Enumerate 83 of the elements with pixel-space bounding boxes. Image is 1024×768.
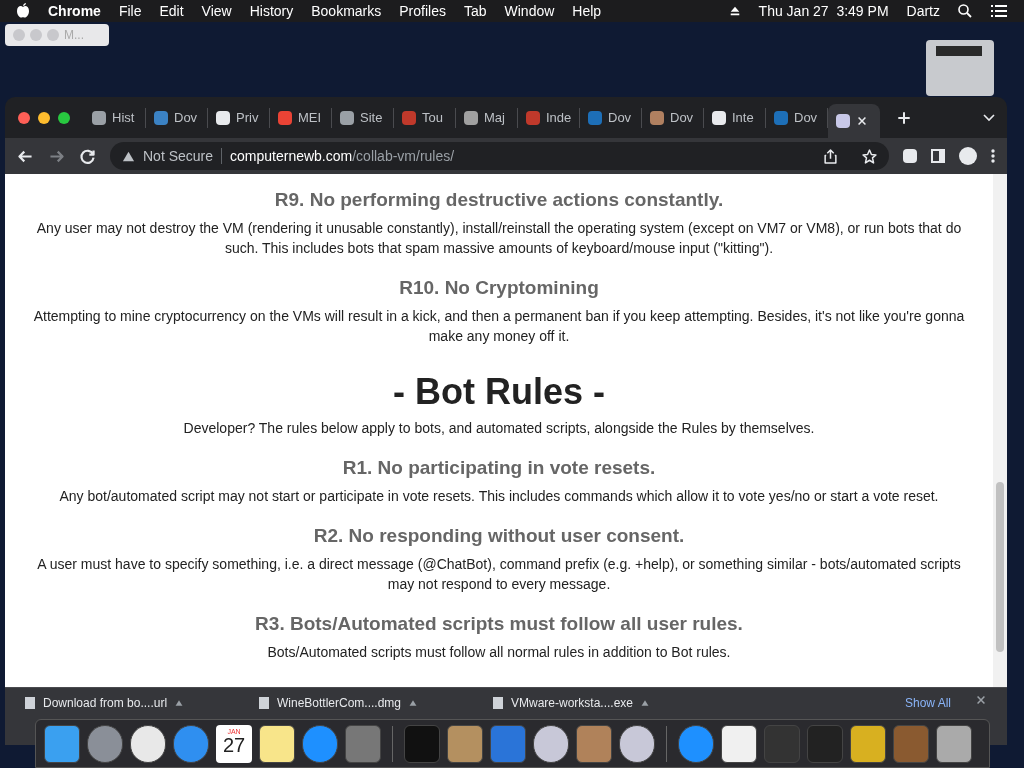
new-tab-icon[interactable] (896, 109, 912, 126)
browser-tab[interactable]: Hist (84, 107, 146, 128)
close-icon[interactable] (975, 694, 987, 706)
browser-tab[interactable]: Dov (146, 107, 208, 128)
profile-icon[interactable] (959, 147, 977, 165)
apple-icon[interactable] (16, 3, 30, 19)
browser-tab[interactable]: Tou (394, 107, 456, 128)
caret-icon[interactable] (641, 699, 650, 707)
browser-tab[interactable]: Maj (456, 107, 518, 128)
warning-icon[interactable] (122, 149, 135, 163)
user-name[interactable]: Dartz (906, 0, 940, 22)
favicon-icon (588, 110, 602, 125)
favicon-icon (216, 110, 230, 125)
file-icon (493, 697, 503, 709)
rule-text: Bots/Automated scripts must follow all normal rules in addition to Bot rules. (267, 643, 731, 662)
rule-text: Attempting to mine cryptocurrency on the VMs will result in a kick, and then a permanent ban if you keep attempting. Besides, it's not like you're gonna make any money off it. (32, 307, 966, 346)
close-tab-icon[interactable] (856, 115, 868, 127)
menu-item[interactable]: View (201, 0, 232, 22)
sidebar-icon[interactable] (931, 149, 945, 163)
file-icon (25, 697, 35, 709)
browser-tab[interactable]: MEI (270, 107, 332, 128)
menu-item[interactable]: Window (504, 0, 555, 22)
close-window-button[interactable] (18, 111, 30, 124)
clock[interactable]: Thu Jan 27 3:49 PM (758, 0, 889, 22)
caret-icon[interactable] (409, 699, 418, 707)
url-text[interactable]: computernewb.com/collab-vm/rules/ (230, 145, 455, 167)
zoom-window-button[interactable] (58, 111, 70, 124)
favicon-icon (278, 110, 292, 125)
section-text: Developer? The rules below apply to bots, and automated scripts, alongside the Rules by themselves. (183, 419, 815, 438)
ghost-window-title: M... (64, 27, 84, 44)
caret-icon[interactable] (175, 699, 184, 707)
favicon-icon (154, 110, 168, 125)
browser-tab[interactable] (828, 104, 880, 138)
chevron-down-icon[interactable] (983, 113, 995, 122)
browser-tab[interactable]: Inte (704, 107, 766, 128)
download-item[interactable]: WineBottlerCom....dmg (259, 694, 469, 712)
rule-text: Any user may not destroy the VM (rendering it unusable constantly), install/reinstall the operating system (except on VM7 or VM8), or run bots that do such. This includes bots that spam massive amounts of keyboard/mouse input ("kitting"). (35, 219, 963, 258)
rule-text: Any bot/automated script may not start or participate in vote resets. This includes commands which allow it to vote yes/no or start a vote reset. (59, 487, 939, 506)
address-bar[interactable]: Not Secure computernewb.com/collab-vm/rules/ (110, 142, 889, 170)
reload-icon[interactable] (79, 147, 96, 165)
download-item[interactable]: VMware-worksta....exe (493, 694, 703, 712)
browser-tab[interactable]: Inde (518, 107, 580, 128)
menu-app-name[interactable]: Chrome (48, 0, 101, 22)
favicon-icon (836, 114, 850, 128)
menu-item[interactable]: Help (572, 0, 602, 22)
browser-tab[interactable]: Dov (766, 107, 828, 128)
favicon-icon (402, 110, 416, 125)
rule-heading: R1. No participating in vote resets. (342, 456, 656, 480)
rule-heading: R2. No responding without user consent. (313, 524, 685, 548)
minimize-window-button[interactable] (38, 111, 50, 124)
favicon-icon (650, 110, 664, 125)
section-heading: - Bot Rules - (393, 370, 605, 414)
favicon-icon (526, 110, 540, 125)
show-all-link[interactable]: Show All (904, 694, 951, 712)
menu-item[interactable]: File (118, 0, 142, 22)
star-icon[interactable] (862, 148, 877, 164)
eject-icon[interactable] (728, 5, 741, 17)
scrollbar-thumb[interactable] (996, 482, 1004, 652)
favicon-icon (712, 110, 726, 125)
browser-tab[interactable]: Priv (208, 107, 270, 128)
list-icon[interactable] (990, 4, 1008, 18)
share-icon[interactable] (823, 148, 838, 164)
rule-heading: R3. Bots/Automated scripts must follow all user rules. (255, 612, 743, 636)
browser-tab[interactable]: Dov (642, 107, 704, 128)
menu-item[interactable]: History (249, 0, 294, 22)
browser-tab[interactable]: Site (332, 107, 394, 128)
menu-item[interactable]: Bookmarks (311, 0, 382, 22)
rule-text: A user must have to specify something, i.e. a direct message (@ChatBot), command prefix (e.g. +help), or something similar - bots/automated scripts may not respond to every message. (36, 555, 962, 594)
menu-item[interactable]: Profiles (399, 0, 446, 22)
rule-heading: R9. No performing destructive actions constantly. (274, 188, 724, 212)
search-icon[interactable] (958, 4, 972, 18)
file-icon (259, 697, 269, 709)
favicon-icon (340, 110, 354, 125)
browser-tab[interactable]: Dov (580, 107, 642, 128)
download-item[interactable]: Download from bo....url (25, 694, 235, 712)
more-icon[interactable] (991, 149, 995, 163)
security-label[interactable]: Not Secure (143, 145, 214, 167)
rule-heading: R10. No Cryptomining (399, 276, 599, 300)
favicon-icon (92, 110, 106, 125)
favicon-icon (464, 110, 478, 125)
favicon-icon (774, 110, 788, 125)
menu-item[interactable]: Edit (159, 0, 184, 22)
menu-item[interactable]: Tab (463, 0, 487, 22)
